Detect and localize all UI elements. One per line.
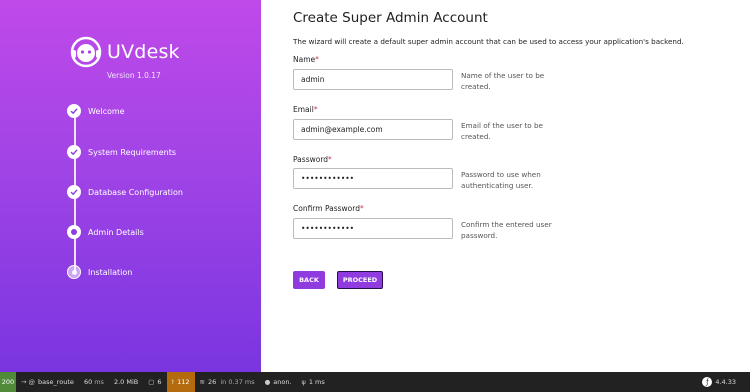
cache-item[interactable]: ≋ 26 in 0.37 ms: [195, 372, 260, 392]
wizard-sidebar: UVdesk Version 1.0.17 Welcome System Req…: [0, 0, 261, 372]
route-item[interactable]: → @ base_route: [16, 372, 79, 392]
password-input[interactable]: ••••••••••••: [293, 168, 453, 189]
step-label: Welcome: [88, 107, 125, 116]
check-icon: [67, 145, 81, 159]
step-installation: Installation: [67, 265, 247, 281]
memory-item[interactable]: 2.0 MiB: [109, 372, 143, 392]
version-label: Version 1.0.17: [107, 71, 161, 80]
name-label: Name*: [293, 55, 319, 64]
proceed-button[interactable]: PROCEED: [337, 271, 383, 289]
password-help: Password to use when authenticating user…: [461, 170, 541, 190]
brand-name: UVdesk: [107, 41, 180, 63]
check-icon: [67, 104, 81, 118]
email-input[interactable]: admin@example.com: [293, 119, 453, 140]
confirm-password-input[interactable]: ••••••••••••: [293, 218, 453, 239]
step-admin-details: Admin Details: [67, 225, 247, 241]
email-help: Email of the user to be created.: [461, 121, 543, 141]
name-input[interactable]: admin: [293, 69, 453, 90]
form-icon: ▢: [148, 378, 155, 386]
step-system-requirements: System Requirements: [67, 145, 247, 161]
back-button[interactable]: BACK: [293, 271, 325, 289]
status-code-badge[interactable]: 200: [0, 372, 16, 392]
step-label: Admin Details: [88, 228, 144, 237]
symfony-version-item[interactable]: ƒ 4.4.33: [702, 372, 736, 392]
symfony-icon: ƒ: [702, 377, 713, 387]
cache-icon: ≋: [199, 378, 205, 386]
user-item[interactable]: ● anon.: [260, 372, 297, 392]
step-label: System Requirements: [88, 148, 176, 157]
pending-step-icon: [67, 265, 81, 279]
uvdesk-logo-icon: [70, 36, 102, 68]
confirm-password-label: Confirm Password*: [293, 204, 364, 213]
twig-icon: ψ: [301, 378, 306, 386]
user-icon: ●: [264, 378, 271, 386]
forms-item[interactable]: ▢ 6: [143, 372, 166, 392]
step-database-configuration: Database Configuration: [67, 185, 247, 201]
twig-item[interactable]: ψ 1 ms: [297, 372, 330, 392]
page-description: The wizard will create a default super a…: [293, 37, 684, 46]
confirm-password-help: Confirm the entered user password.: [461, 220, 552, 240]
email-label: Email*: [293, 105, 318, 114]
time-item[interactable]: 60 ms: [79, 372, 109, 392]
password-label: Password*: [293, 155, 332, 164]
warning-icon: !: [171, 378, 175, 386]
debug-toolbar: 200 → @ base_route 60 ms 2.0 MiB ▢ 6 ! 11…: [0, 372, 750, 392]
name-help: Name of the user to be created.: [461, 71, 545, 91]
check-icon: [67, 185, 81, 199]
step-welcome: Welcome: [67, 104, 247, 120]
warnings-item[interactable]: ! 112: [166, 372, 195, 392]
step-label: Database Configuration: [88, 188, 183, 197]
current-step-icon: [67, 225, 81, 239]
step-label: Installation: [88, 268, 133, 277]
route-icon: → @: [21, 378, 36, 386]
page-title: Create Super Admin Account: [293, 10, 488, 26]
